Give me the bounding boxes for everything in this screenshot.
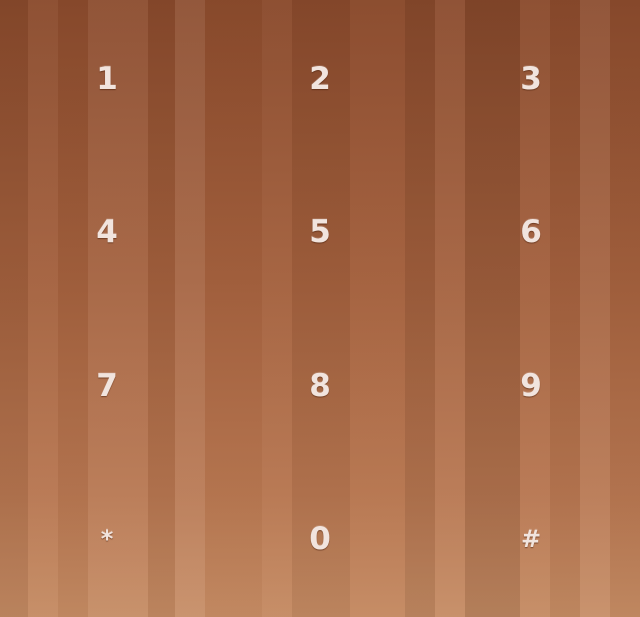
key-3[interactable]: 3 [476,24,586,134]
key-6-label: 6 [520,213,542,250]
key-star[interactable]: * [52,484,162,594]
key-1-label: 1 [96,60,118,97]
key-2[interactable]: 2 [265,24,375,134]
key-5[interactable]: 5 [265,177,375,287]
key-8[interactable]: 8 [265,331,375,441]
key-7[interactable]: 7 [52,331,162,441]
key-4[interactable]: 4 [52,177,162,287]
key-hash[interactable]: # [476,484,586,594]
key-6[interactable]: 6 [476,177,586,287]
key-8-label: 8 [309,367,331,404]
key-7-label: 7 [96,367,118,404]
key-9-label: 9 [520,367,542,404]
dial-keypad: 1 2 3 4 5 6 7 8 9 * 0 # [0,0,640,617]
key-1[interactable]: 1 [52,24,162,134]
key-4-label: 4 [96,213,118,250]
key-0-label: 0 [309,520,331,557]
key-9[interactable]: 9 [476,331,586,441]
key-hash-label: # [520,525,542,553]
key-3-label: 3 [520,60,542,97]
key-2-label: 2 [309,60,331,97]
key-0[interactable]: 0 [265,484,375,594]
key-5-label: 5 [309,213,331,250]
key-star-label: * [100,525,114,553]
